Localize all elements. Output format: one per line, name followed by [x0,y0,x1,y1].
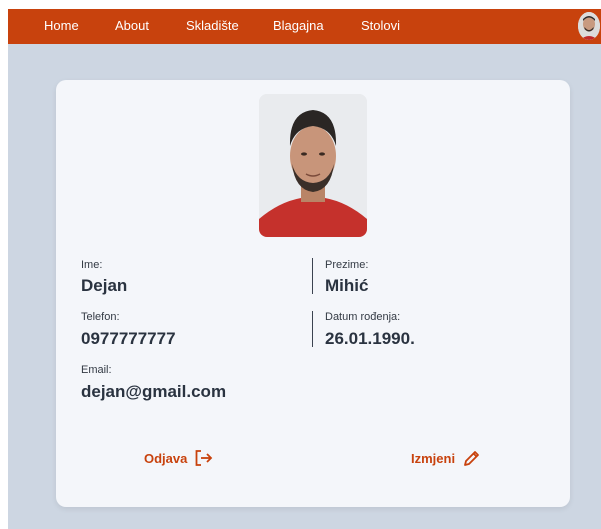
nav-blagajna[interactable]: Blagajna [273,9,324,44]
avatar-image [578,12,600,40]
last-name-label: Prezime: [325,259,369,271]
first-name-value: Dejan [81,276,128,295]
first-name-label: Ime: [81,259,103,271]
column-divider [312,258,313,294]
email-label: Email: [81,364,112,376]
nav-skladiste[interactable]: Skladište [186,9,239,44]
profile-card: Ime: Dejan Prezime: Mihić Telefon: 09777… [56,80,570,507]
phone-label: Telefon: [81,311,120,323]
logout-icon [195,450,213,466]
nav-stolovi[interactable]: Stolovi [361,9,400,44]
profile-photo-image [259,94,367,237]
logout-button[interactable]: Odjava [144,450,213,466]
profile-photo [259,94,367,237]
pencil-icon [464,451,479,466]
edit-button[interactable]: Izmjeni [411,450,480,467]
phone-value: 0977777777 [81,329,176,348]
logout-label: Odjava [144,450,188,466]
nav-about[interactable]: About [115,9,149,44]
edit-label: Izmjeni [411,451,456,466]
app-frame: Home About Skladište Blagajna Stolovi Im… [8,9,601,529]
nav-home[interactable]: Home [44,9,79,44]
last-name-value: Mihić [325,276,369,295]
user-avatar[interactable] [578,12,600,40]
birth-date-value: 26.01.1990. [325,329,415,348]
column-divider [312,311,313,347]
top-navbar: Home About Skladište Blagajna Stolovi [8,9,601,44]
birth-date-label: Datum rođenja: [325,311,401,323]
email-value: dejan@gmail.com [81,382,227,401]
